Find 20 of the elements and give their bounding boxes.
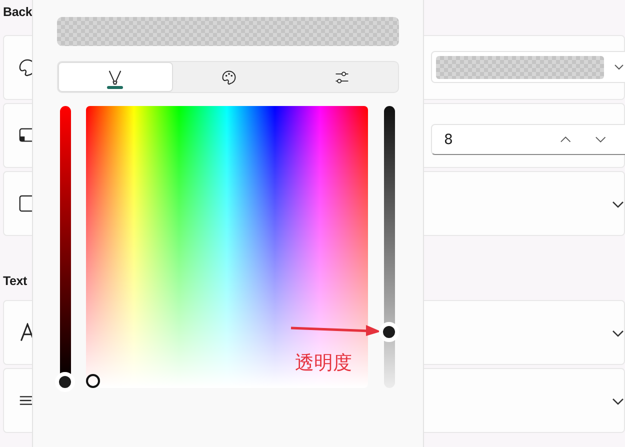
palette-icon xyxy=(221,68,237,86)
chevron-down-icon[interactable] xyxy=(612,201,624,208)
section-heading: Text xyxy=(3,273,28,290)
sliders-icon xyxy=(334,68,350,86)
color-dropdown[interactable] xyxy=(431,51,625,83)
number-value: 8 xyxy=(444,132,454,148)
slider-thumb[interactable] xyxy=(54,372,75,392)
tab[interactable] xyxy=(58,62,173,92)
color-cursor[interactable] xyxy=(86,374,100,388)
chevron-down-icon[interactable] xyxy=(612,330,624,337)
chevron-down-icon[interactable] xyxy=(594,136,606,143)
chevron-up-icon[interactable] xyxy=(560,136,571,143)
slider-thumb[interactable] xyxy=(379,322,400,342)
color-spectrum[interactable] xyxy=(86,106,368,388)
section-heading: Back xyxy=(3,4,34,21)
chevron-down-icon xyxy=(614,64,624,70)
number-field[interactable]: 8 xyxy=(431,124,625,155)
annotation-text: 透明度 xyxy=(295,351,352,376)
pen-icon xyxy=(107,68,124,86)
chevron-down-icon[interactable] xyxy=(612,398,624,405)
